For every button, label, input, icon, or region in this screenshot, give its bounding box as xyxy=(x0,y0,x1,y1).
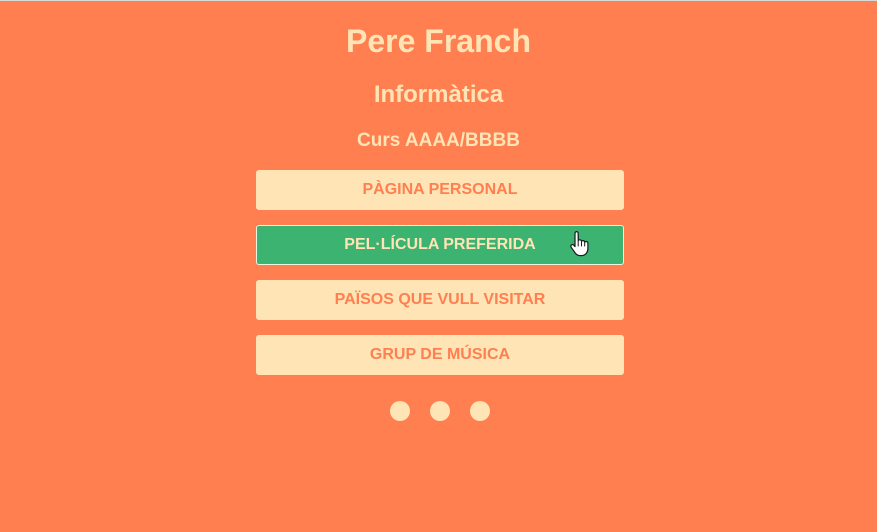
page-title: Pere Franch xyxy=(346,23,531,59)
main-menu: PÀGINA PERSONAL PEL·LÍCULA PREFERIDA PAÏ… xyxy=(256,170,624,390)
music-band-button[interactable]: GRUP DE MÚSICA xyxy=(256,335,624,375)
course-label: Curs AAAA/BBBB xyxy=(357,130,520,151)
personal-page-button[interactable]: PÀGINA PERSONAL xyxy=(256,170,624,210)
countries-to-visit-button[interactable]: PAÏSOS QUE VULL VISITAR xyxy=(256,280,624,320)
hand-pointer-icon xyxy=(570,231,589,257)
page: Pere Franch Informàtica Curs AAAA/BBBB P… xyxy=(0,1,877,532)
pager-dot-3[interactable] xyxy=(470,401,490,421)
pager-dot-1[interactable] xyxy=(390,401,410,421)
pager-dots xyxy=(390,401,490,421)
pager-dot-2[interactable] xyxy=(430,401,450,421)
subject-title: Informàtica xyxy=(373,81,504,108)
